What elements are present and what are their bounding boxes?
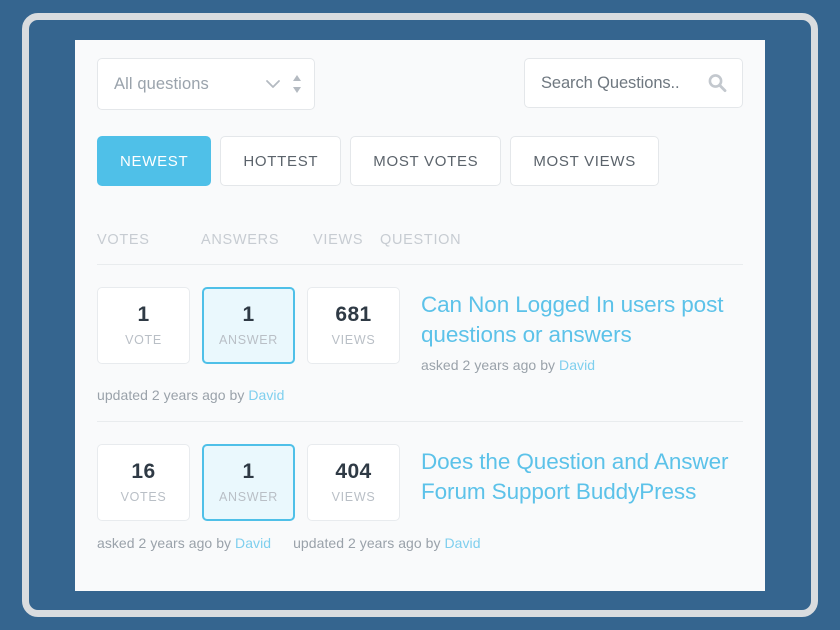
views-label: VIEWS bbox=[331, 333, 376, 348]
column-header-votes: VOTES bbox=[97, 232, 150, 248]
votes-stat-box: 1 VOTE bbox=[97, 287, 190, 364]
updated-author-link[interactable]: David bbox=[444, 535, 480, 551]
question-filter-select[interactable]: All questions bbox=[97, 58, 315, 110]
asked-prefix: asked 2 years ago by bbox=[421, 356, 556, 373]
controls-row: All questions bbox=[97, 58, 743, 114]
question-title-link[interactable]: Does the Question and Answer Forum Suppo… bbox=[421, 447, 743, 507]
views-stat-box: 681 VIEWS bbox=[307, 287, 400, 364]
views-value: 404 bbox=[335, 459, 372, 483]
updated-meta: updated 2 years ago by David bbox=[293, 535, 480, 551]
question-asked-meta: asked 2 years ago by David bbox=[421, 357, 743, 373]
search-icon[interactable] bbox=[706, 72, 728, 94]
views-stat-box: 404 VIEWS bbox=[307, 443, 400, 521]
question-row: 16 VOTES 1 ANSWER 404 VIEWS Does the Que… bbox=[97, 422, 743, 569]
answers-label: ANSWER bbox=[218, 333, 279, 348]
answers-value: 1 bbox=[242, 302, 255, 326]
updated-author-link[interactable]: David bbox=[248, 387, 284, 403]
votes-value: 1 bbox=[137, 302, 150, 326]
search-input[interactable] bbox=[541, 73, 702, 93]
views-value: 681 bbox=[335, 302, 372, 326]
search-box[interactable] bbox=[524, 58, 743, 108]
votes-stat-box: 16 VOTES bbox=[97, 443, 190, 521]
answers-label: ANSWER bbox=[218, 489, 279, 504]
column-header-answers: ANSWERS bbox=[201, 232, 280, 248]
asked-author-link[interactable]: David bbox=[559, 357, 595, 373]
asked-author-link[interactable]: David bbox=[235, 535, 271, 551]
tab-hottest[interactable]: HOTTEST bbox=[220, 136, 342, 186]
votes-value: 16 bbox=[131, 459, 156, 483]
sort-tabs: NEWEST HOTTEST MOST VOTES MOST VIEWS bbox=[97, 136, 743, 186]
views-label: VIEWS bbox=[331, 489, 376, 504]
question-filter-value: All questions bbox=[114, 74, 209, 93]
votes-label: VOTE bbox=[125, 333, 162, 348]
asked-meta: asked 2 years ago by David bbox=[97, 535, 271, 551]
updated-prefix: updated 2 years ago by bbox=[293, 534, 441, 551]
answers-stat-box: 1 ANSWER bbox=[202, 443, 295, 521]
asked-prefix: asked 2 years ago by bbox=[97, 534, 232, 551]
question-stats: 1 VOTE 1 ANSWER 681 VIEWS bbox=[97, 287, 400, 364]
sort-spinner-icon[interactable] bbox=[292, 73, 302, 95]
questions-panel: All questions Search Questions.. NEWEST … bbox=[75, 40, 765, 591]
updated-prefix: updated 2 years ago by bbox=[97, 386, 245, 403]
answers-stat-box: 1 ANSWER bbox=[202, 287, 295, 364]
question-footer-meta: updated 2 years ago by David bbox=[97, 387, 743, 421]
tab-most-views[interactable]: MOST VIEWS bbox=[510, 136, 659, 186]
question-title-link[interactable]: Can Non Logged In users post questions o… bbox=[421, 290, 743, 350]
answers-value: 1 bbox=[242, 459, 255, 483]
tab-newest[interactable]: NEWEST bbox=[97, 136, 212, 186]
column-headers: VOTES ANSWERS VIEWS QUESTION bbox=[97, 232, 743, 265]
question-stats: 16 VOTES 1 ANSWER 404 VIEWS bbox=[97, 443, 400, 521]
updated-meta: updated 2 years ago by David bbox=[97, 387, 284, 403]
votes-label: VOTES bbox=[120, 489, 167, 504]
question-footer-meta: asked 2 years ago by David updated 2 yea… bbox=[97, 535, 743, 569]
question-row: 1 VOTE 1 ANSWER 681 VIEWS Can Non Logged… bbox=[97, 265, 743, 422]
column-header-question: QUESTION bbox=[380, 232, 462, 248]
chevron-down-icon[interactable] bbox=[263, 74, 283, 94]
tab-most-votes[interactable]: MOST VOTES bbox=[350, 136, 502, 186]
column-header-views: VIEWS bbox=[313, 232, 364, 248]
